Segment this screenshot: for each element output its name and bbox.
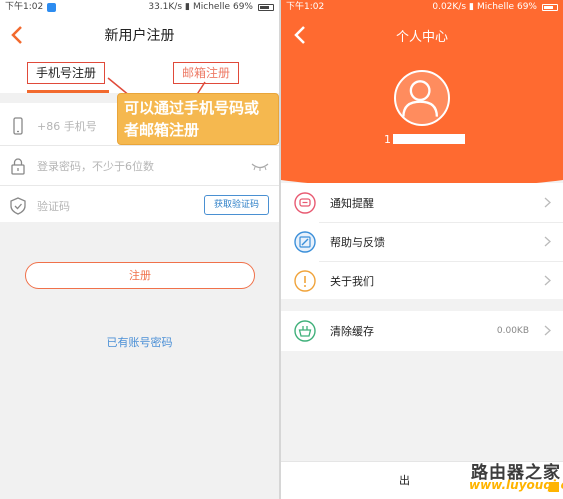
menu-item-label: 帮助与反馈: [330, 235, 385, 249]
user-icon: [402, 80, 439, 117]
phone-icon: [13, 117, 23, 135]
watermark-url: www.luyouqi.com: [469, 478, 563, 492]
battery-icon: [258, 4, 274, 11]
network-speed: 0.02K/s: [432, 2, 467, 12]
menu-item-about-us[interactable]: 关于我们: [281, 261, 563, 300]
avatar[interactable]: [394, 70, 450, 126]
signal-icon: ▮: [185, 2, 190, 12]
username-prefix: 1: [384, 132, 391, 146]
carrier-name: Michelle: [192, 2, 230, 12]
menu-item-clear-cache[interactable]: 清除缓存 0.00KB: [281, 311, 563, 350]
tab-email-register[interactable]: 邮箱注册: [173, 62, 240, 84]
status-time: 下午1:02: [5, 2, 44, 12]
edit-icon: [294, 230, 316, 253]
battery-level: 69%: [232, 2, 253, 12]
cache-menu: 清除缓存 0.00KB: [281, 311, 563, 351]
username-redacted: [393, 134, 465, 144]
chevron-right-icon: [544, 197, 551, 208]
settings-menu: 通知提醒 帮助与反馈 关于我们: [281, 183, 563, 299]
network-speed: 33.1K/s: [148, 2, 183, 12]
basket-icon: [294, 319, 316, 342]
menu-item-label: 关于我们: [330, 274, 374, 288]
shield-icon: [10, 196, 26, 215]
menu-item-label: 清除缓存: [330, 324, 374, 338]
info-icon: [294, 269, 316, 292]
code-field[interactable]: 验证码 获取验证码: [0, 186, 279, 225]
notification-icon: [47, 3, 57, 12]
back-arrow-icon[interactable]: [291, 24, 311, 46]
logout-button[interactable]: 出: [399, 472, 410, 488]
page-title: 个人中心: [395, 29, 448, 45]
menu-item-notifications[interactable]: 通知提醒: [281, 183, 563, 222]
register-tabs: 手机号注册 邮箱注册: [0, 55, 279, 93]
code-input[interactable]: 验证码: [37, 198, 70, 214]
nav-bar: 新用户注册: [0, 15, 279, 55]
carrier-name: Michelle: [476, 2, 514, 12]
lock-icon: [11, 158, 25, 175]
profile-screen: 下午1:02 0.02K/s ▮ Michelle 69% 个人中心 1 通知提…: [281, 0, 563, 499]
chevron-right-icon: [544, 325, 551, 336]
password-field[interactable]: 登录密码，不少于6位数: [0, 147, 279, 186]
eye-closed-icon[interactable]: [251, 161, 269, 171]
battery-level: 69%: [516, 2, 537, 12]
back-arrow-icon[interactable]: [8, 24, 28, 46]
chat-bubble-icon: [294, 191, 316, 214]
existing-account-link[interactable]: 已有账号密码: [0, 334, 279, 350]
battery-icon: [542, 4, 558, 11]
get-code-button[interactable]: 获取验证码: [203, 195, 269, 215]
active-tab-indicator: [27, 90, 109, 93]
cache-size: 0.00KB: [496, 325, 529, 336]
tab-phone-register[interactable]: 手机号注册: [27, 62, 106, 84]
chevron-right-icon: [544, 275, 551, 286]
annotation-callout: 可以通过手机号码或者邮箱注册: [117, 93, 279, 145]
chevron-right-icon: [544, 236, 551, 247]
register-screen: 下午1:02 33.1K/s ▮ Michelle 69% 新用户注册 手机号注…: [0, 0, 279, 499]
status-bar: 下午1:02 33.1K/s ▮ Michelle 69%: [0, 0, 279, 15]
status-time: 下午1:02: [286, 2, 325, 12]
status-bar: 下午1:02 0.02K/s ▮ Michelle 69%: [281, 0, 563, 15]
register-button[interactable]: 注册: [25, 262, 255, 289]
menu-item-label: 通知提醒: [330, 196, 374, 210]
signal-icon: ▮: [469, 2, 474, 12]
password-input[interactable]: 登录密码，不少于6位数: [37, 158, 154, 174]
menu-item-help-feedback[interactable]: 帮助与反馈: [281, 222, 563, 261]
nav-bar: 个人中心: [281, 15, 563, 55]
username: 1: [384, 132, 465, 146]
page-title: 新用户注册: [104, 28, 175, 44]
phone-input[interactable]: +86 手机号: [37, 118, 97, 134]
